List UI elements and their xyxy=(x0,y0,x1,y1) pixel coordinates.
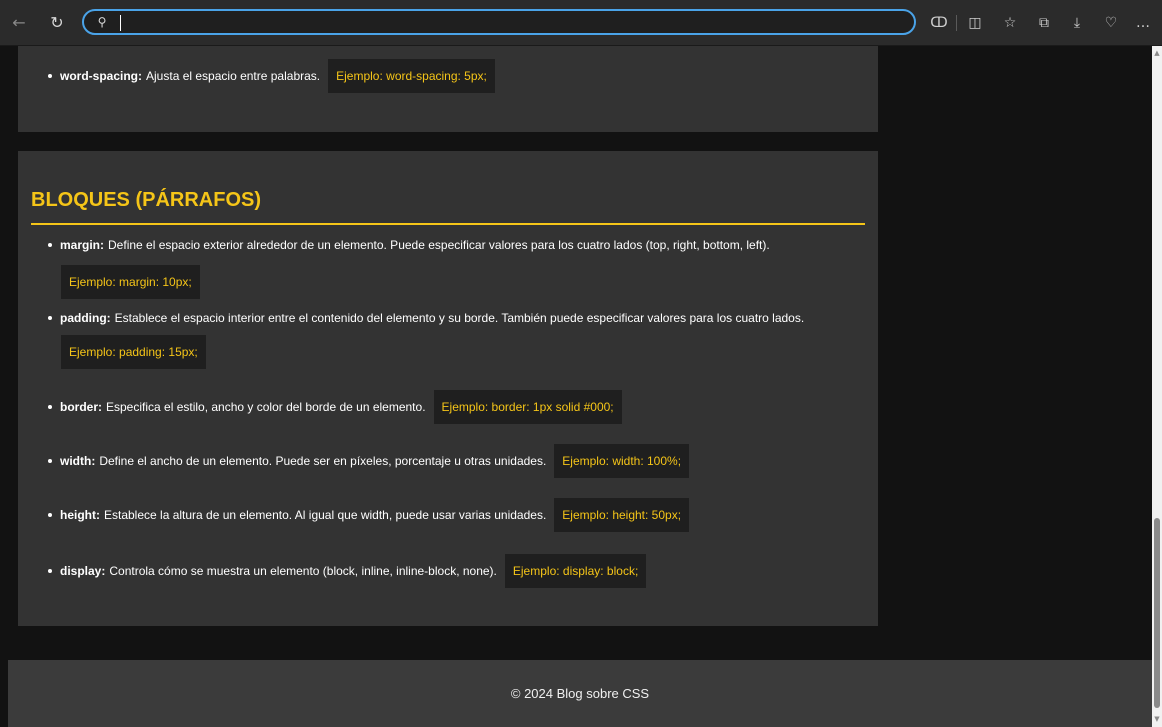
split-screen-icon[interactable]: ◫ xyxy=(964,12,986,34)
code-example: Ejemplo: width: 100%; xyxy=(554,444,690,478)
address-input[interactable] xyxy=(116,13,896,31)
property-description: Establece el espacio interior entre el c… xyxy=(114,311,805,325)
collections-icon[interactable]: ⧉ xyxy=(1033,12,1055,34)
code-example: Ejemplo: display: block; xyxy=(504,554,647,588)
property-description: Controla cómo se muestra un elemento (bl… xyxy=(109,564,497,578)
list-item: width: Define el ancho de un elemento. P… xyxy=(48,444,690,478)
property-term: width: xyxy=(60,454,96,468)
scrollbar-thumb[interactable] xyxy=(1154,518,1160,708)
vertical-scrollbar[interactable]: ▲ ▼ xyxy=(1152,46,1162,727)
property-term: height: xyxy=(60,508,100,522)
text-caret xyxy=(120,15,121,31)
code-example: Ejemplo: margin: 10px; xyxy=(61,265,200,299)
search-icon: ⚲ xyxy=(97,15,107,29)
code-example: Ejemplo: height: 50px; xyxy=(554,498,690,532)
downloads-icon[interactable]: ⤓ xyxy=(1066,12,1088,34)
back-arrow-icon[interactable]: ← xyxy=(8,11,30,33)
property-term: display: xyxy=(60,564,106,578)
content-card-text: word-spacing: Ajusta el espacio entre pa… xyxy=(18,46,878,132)
code-example: Ejemplo: border: 1px solid #000; xyxy=(433,390,622,424)
bullet xyxy=(48,243,52,247)
scroll-down-arrow-icon[interactable]: ▼ xyxy=(1152,714,1162,724)
list-item: margin: Define el espacio exterior alred… xyxy=(48,238,770,252)
property-description: Define el ancho de un elemento. Puede se… xyxy=(99,454,547,468)
address-bar[interactable]: ⚲ xyxy=(82,9,916,35)
list-item: word-spacing: Ajusta el espacio entre pa… xyxy=(48,59,495,93)
favorites-icon[interactable]: ☆ xyxy=(999,12,1021,34)
property-description: Especifica el estilo, ancho y color del … xyxy=(106,400,426,414)
list-item: padding: Establece el espacio interior e… xyxy=(48,311,804,325)
toolbar-divider xyxy=(956,15,957,31)
more-options-icon[interactable]: … xyxy=(1132,12,1154,34)
title-underline xyxy=(31,223,865,225)
property-description: Establece la altura de un elemento. Al i… xyxy=(104,508,547,522)
reload-icon[interactable]: ↻ xyxy=(46,11,68,33)
code-example: Ejemplo: padding: 15px; xyxy=(61,335,206,369)
bullet xyxy=(48,74,52,78)
property-term: word-spacing: xyxy=(60,69,143,83)
footer-text: © 2024 Blog sobre CSS xyxy=(510,686,650,701)
bullet xyxy=(48,405,52,409)
bullet xyxy=(48,513,52,517)
property-term: border: xyxy=(60,400,102,414)
content-card-blocks: BLOQUES (PÁRRAFOS) margin: Define el esp… xyxy=(18,151,878,626)
bullet xyxy=(48,569,52,573)
browser-essentials-icon[interactable]: ♡ xyxy=(1100,12,1122,34)
list-item: display: Controla cómo se muestra un ele… xyxy=(48,554,647,588)
bullet xyxy=(48,316,52,320)
code-example: Ejemplo: word-spacing: 5px; xyxy=(328,59,495,93)
property-term: margin: xyxy=(60,238,105,252)
page-viewport: word-spacing: Ajusta el espacio entre pa… xyxy=(0,46,1152,727)
list-item: border: Especifica el estilo, ancho y co… xyxy=(48,390,622,424)
scroll-up-arrow-icon[interactable]: ▲ xyxy=(1152,48,1162,58)
page-footer: © 2024 Blog sobre CSS xyxy=(8,660,1152,727)
list-item: height: Establece la altura de un elemen… xyxy=(48,498,690,532)
property-description: Define el espacio exterior alrededor de … xyxy=(108,238,770,252)
browser-toolbar: ← ↻ ⚲ ↀ ◫ ☆ ⧉ ⤓ ♡ … xyxy=(0,0,1162,46)
property-term: padding: xyxy=(60,311,111,325)
section-title: BLOQUES (PÁRRAFOS) xyxy=(31,189,261,211)
app-available-icon[interactable]: ↀ xyxy=(928,12,950,34)
bullet xyxy=(48,459,52,463)
property-description: Ajusta el espacio entre palabras. xyxy=(146,69,321,83)
